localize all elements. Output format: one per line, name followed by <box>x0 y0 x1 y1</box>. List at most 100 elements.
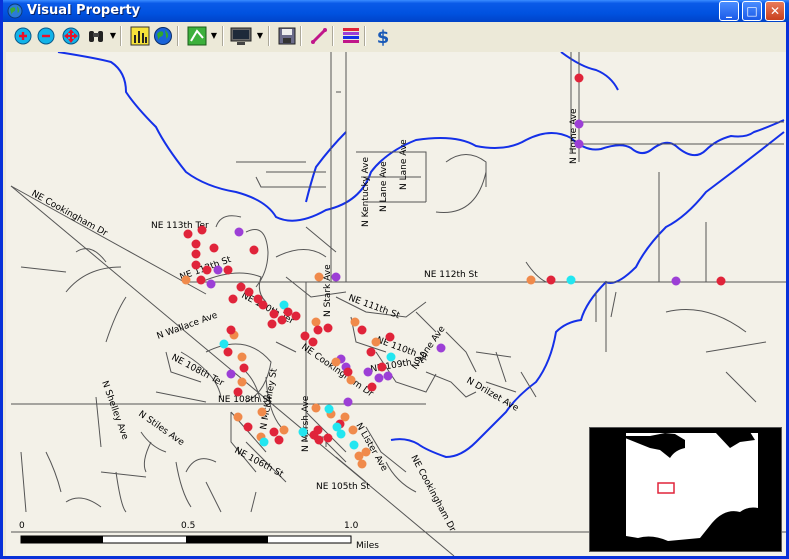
property-marker-purple[interactable] <box>226 369 236 379</box>
property-marker-purple[interactable] <box>206 279 216 289</box>
property-marker-red[interactable] <box>367 382 377 392</box>
property-marker-cyan[interactable] <box>298 427 308 437</box>
property-marker-red[interactable] <box>191 260 201 270</box>
property-marker-red[interactable] <box>228 294 238 304</box>
property-marker-red[interactable] <box>377 362 387 372</box>
property-marker-red[interactable] <box>343 367 353 377</box>
property-marker-purple[interactable] <box>343 397 353 407</box>
overview-map[interactable] <box>589 427 782 552</box>
property-marker-red[interactable] <box>291 311 301 321</box>
property-marker-purple[interactable] <box>213 265 223 275</box>
property-marker-red[interactable] <box>249 245 259 255</box>
property-marker-red[interactable] <box>209 243 219 253</box>
property-marker-cyan[interactable] <box>566 275 576 285</box>
globe-button[interactable] <box>152 25 174 47</box>
property-marker-orange[interactable] <box>331 357 341 367</box>
property-marker-cyan[interactable] <box>219 339 229 349</box>
property-marker-orange[interactable] <box>233 412 243 422</box>
property-marker-cyan[interactable] <box>324 404 334 414</box>
zoom-in-button[interactable] <box>12 25 34 47</box>
property-marker-purple[interactable] <box>436 343 446 353</box>
property-marker-red[interactable] <box>191 249 201 259</box>
property-marker-cyan[interactable] <box>349 440 359 450</box>
property-marker-cyan[interactable] <box>332 422 342 432</box>
property-marker-red[interactable] <box>313 325 323 335</box>
find-dropdown-arrow[interactable]: ▼ <box>109 25 117 47</box>
property-marker-cyan[interactable] <box>386 352 396 362</box>
property-marker-red[interactable] <box>183 229 193 239</box>
property-marker-orange[interactable] <box>350 317 360 327</box>
minimize-button[interactable]: _ <box>719 1 739 21</box>
maximize-button[interactable]: □ <box>742 1 762 21</box>
property-marker-red[interactable] <box>357 325 367 335</box>
property-marker-orange[interactable] <box>371 337 381 347</box>
find-button[interactable] <box>85 25 107 47</box>
property-marker-red[interactable] <box>244 287 254 297</box>
property-marker-orange[interactable] <box>348 425 358 435</box>
property-marker-orange[interactable] <box>257 407 267 417</box>
property-marker-orange[interactable] <box>526 275 536 285</box>
chart-button[interactable] <box>129 25 151 47</box>
property-marker-red[interactable] <box>323 323 333 333</box>
property-marker-purple[interactable] <box>574 119 584 129</box>
property-marker-red[interactable] <box>258 300 268 310</box>
property-marker-red[interactable] <box>385 332 395 342</box>
property-marker-red[interactable] <box>716 276 726 286</box>
property-marker-orange[interactable] <box>357 459 367 469</box>
property-marker-orange[interactable] <box>361 447 371 457</box>
property-marker-red[interactable] <box>366 347 376 357</box>
property-marker-red[interactable] <box>314 435 324 445</box>
legend-button[interactable] <box>340 25 362 47</box>
property-marker-red[interactable] <box>196 275 206 285</box>
property-marker-purple[interactable] <box>234 227 244 237</box>
property-marker-red[interactable] <box>546 275 556 285</box>
close-button[interactable]: ✕ <box>765 1 785 21</box>
layer-dropdown-arrow[interactable]: ▼ <box>210 25 218 47</box>
property-marker-red[interactable] <box>269 309 279 319</box>
title-bar[interactable]: Visual Property _ □ ✕ <box>3 0 789 22</box>
display-dropdown-arrow[interactable]: ▼ <box>256 25 264 47</box>
property-marker-orange[interactable] <box>346 375 356 385</box>
measure-button[interactable] <box>308 25 330 47</box>
layer-button[interactable] <box>186 25 208 47</box>
property-marker-red[interactable] <box>197 225 207 235</box>
property-marker-orange[interactable] <box>181 275 191 285</box>
map-canvas[interactable]: NE Cookingham Dr NE 113th Ter NE 112th S… <box>6 52 786 556</box>
property-marker-red[interactable] <box>283 307 293 317</box>
zoom-out-button[interactable] <box>35 25 57 47</box>
property-marker-red[interactable] <box>239 363 249 373</box>
property-marker-purple[interactable] <box>383 371 393 381</box>
property-marker-red[interactable] <box>267 319 277 329</box>
property-marker-red[interactable] <box>243 422 253 432</box>
property-marker-red[interactable] <box>191 239 201 249</box>
property-marker-red[interactable] <box>323 433 333 443</box>
property-marker-orange[interactable] <box>314 272 324 282</box>
property-marker-orange[interactable] <box>279 425 289 435</box>
property-marker-red[interactable] <box>233 387 243 397</box>
property-marker-cyan[interactable] <box>259 437 269 447</box>
property-marker-red[interactable] <box>300 331 310 341</box>
property-marker-red[interactable] <box>269 427 279 437</box>
property-marker-purple[interactable] <box>671 276 681 286</box>
property-marker-red[interactable] <box>223 347 233 357</box>
property-marker-purple[interactable] <box>331 272 341 282</box>
property-marker-red[interactable] <box>202 265 212 275</box>
display-button[interactable] <box>230 25 252 47</box>
save-button[interactable] <box>276 25 298 47</box>
property-marker-red[interactable] <box>574 73 584 83</box>
property-marker-orange[interactable] <box>311 317 321 327</box>
price-button[interactable]: $ <box>372 25 394 47</box>
property-marker-purple[interactable] <box>574 139 584 149</box>
pan-button[interactable] <box>60 25 82 47</box>
property-marker-red[interactable] <box>223 265 233 275</box>
property-marker-orange[interactable] <box>237 377 247 387</box>
property-marker-red[interactable] <box>308 337 318 347</box>
property-marker-purple[interactable] <box>374 373 384 383</box>
property-marker-red[interactable] <box>313 425 323 435</box>
property-marker-orange[interactable] <box>237 352 247 362</box>
property-marker-red[interactable] <box>274 435 284 445</box>
property-marker-red[interactable] <box>226 325 236 335</box>
property-marker-red[interactable] <box>236 282 246 292</box>
property-marker-orange[interactable] <box>311 403 321 413</box>
property-marker-red[interactable] <box>277 315 287 325</box>
